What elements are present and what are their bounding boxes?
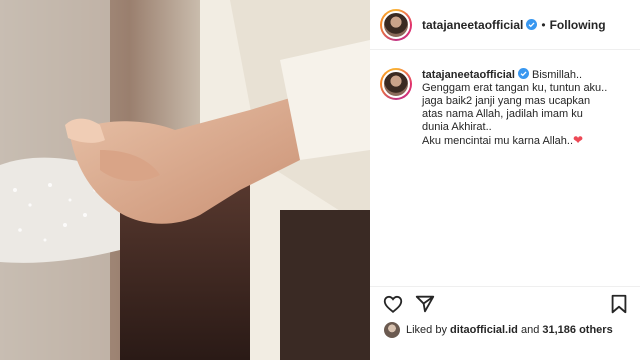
likes-count[interactable]: 31,186 others xyxy=(542,324,612,336)
heart-outline-icon[interactable] xyxy=(382,293,404,315)
post-caption: tatajaneetaofficial Bismillah.. Genggam … xyxy=(380,68,632,148)
caption-line-5: Aku mencintai mu karna Allah.. xyxy=(422,135,574,147)
likes-summary: Liked by ditaofficial.id and 31,186 othe… xyxy=(384,320,613,340)
caption-line: tatajaneetaofficial Bismillah.. xyxy=(422,68,607,82)
liker-avatar[interactable] xyxy=(384,322,400,338)
likes-and: and xyxy=(520,324,540,336)
caption-line-5-wrap: Aku mencintai mu karna Allah..❤ xyxy=(422,134,607,148)
author-username[interactable]: tatajaneetaofficial xyxy=(422,18,523,32)
post-photo[interactable] xyxy=(0,0,370,360)
red-heart-emoji: ❤ xyxy=(573,133,584,147)
holding-hands-image xyxy=(0,0,370,360)
author-avatar[interactable] xyxy=(380,8,412,41)
caption-avatar[interactable] xyxy=(380,68,412,100)
post-side-panel: tatajaneetaofficial • Following tatajane… xyxy=(370,0,640,360)
caption-line-1: Genggam erat tangan ku, tuntun aku.. xyxy=(422,82,608,94)
caption-line-0: Bismillah.. xyxy=(531,69,583,81)
verified-badge-icon xyxy=(517,68,529,79)
liker-username[interactable]: ditaofficial.id xyxy=(450,324,518,336)
caption-text: tatajaneetaofficial Bismillah.. Genggam … xyxy=(422,68,607,148)
header-separator: • xyxy=(541,17,546,32)
caption-line-3: atas nama Allah, jadilah imam ku xyxy=(422,108,583,120)
verified-badge-icon xyxy=(526,19,538,30)
likes-prefix: Liked by xyxy=(406,324,447,336)
paper-plane-icon[interactable] xyxy=(414,293,436,315)
post-actions-bar xyxy=(370,286,640,320)
bookmark-icon[interactable] xyxy=(608,293,630,315)
caption-username[interactable]: tatajaneetaofficial xyxy=(422,69,515,81)
following-button[interactable]: Following xyxy=(550,18,606,32)
caption-line-2: jaga baik2 janji yang mas ucapkan xyxy=(422,95,591,107)
post-header: tatajaneetaofficial • Following xyxy=(370,0,640,50)
